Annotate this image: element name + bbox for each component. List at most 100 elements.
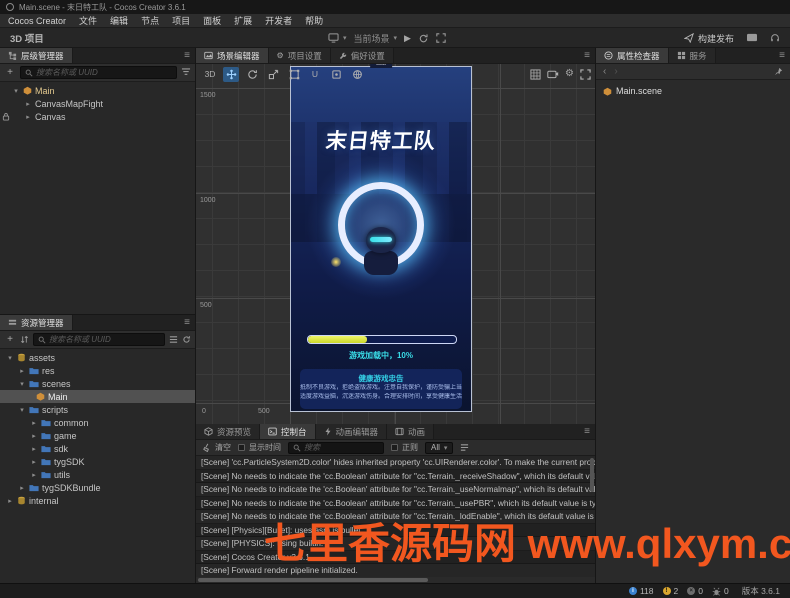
console-log-row[interactable]: [Scene] 'cc.ParticleSystem2D.color' hide… [196, 456, 595, 470]
menu-panel[interactable]: 面板 [203, 14, 221, 27]
tab-scene-editor[interactable]: 场景编辑器 [196, 48, 269, 63]
play-button[interactable]: ▶ [404, 34, 411, 43]
inspector-selected-item[interactable]: Main.scene [596, 80, 790, 102]
scrollbar-thumb[interactable] [198, 578, 428, 582]
asset-folder-tygsdkbundle[interactable]: ▸ tygSDKBundle [0, 481, 195, 494]
move-tool-button[interactable] [223, 67, 239, 82]
list-view-icon[interactable] [169, 335, 178, 344]
scene-view[interactable]: 3D U [196, 64, 595, 424]
console-log-row[interactable]: [Scene] Cocos Creator v3.6.1 [196, 551, 595, 565]
hierarchy-node-canvas[interactable]: ▸ Canvas [0, 110, 195, 123]
console-log-row[interactable]: [Scene] No needs to indicate the 'cc.Boo… [196, 483, 595, 497]
asset-folder-game[interactable]: ▸ game [0, 429, 195, 442]
hierarchy-node-canvasmapfight[interactable]: ▸ CanvasMapFight [0, 97, 195, 110]
caret-collapsed-icon[interactable]: ▸ [24, 100, 32, 108]
caret-collapsed-icon[interactable]: ▸ [18, 484, 26, 492]
caret-expanded-icon[interactable]: ▾ [18, 406, 26, 414]
camera-button[interactable] [547, 69, 559, 79]
asset-folder-scripts[interactable]: ▾ scripts [0, 403, 195, 416]
ui-transform-tool-button[interactable]: U [307, 67, 323, 82]
hierarchy-search[interactable] [20, 66, 177, 79]
caret-collapsed-icon[interactable]: ▸ [24, 113, 32, 121]
caret-collapsed-icon[interactable]: ▸ [30, 419, 38, 427]
console-log-row[interactable]: [Scene] No needs to indicate the 'cc.Boo… [196, 497, 595, 511]
menu-extension[interactable]: 扩展 [234, 14, 252, 27]
preview-device-select[interactable]: ▾ [328, 33, 347, 43]
menu-node[interactable]: 节点 [141, 14, 159, 27]
coordinate-toggle-button[interactable] [349, 67, 365, 82]
assets-menu-button[interactable]: ≡ [184, 317, 190, 328]
warning-count-badge[interactable]: ! 2 [663, 586, 679, 596]
show-time-toggle[interactable]: 显示时间 [238, 442, 281, 453]
asset-folder-tygsdk[interactable]: ▸ tygSDK [0, 455, 195, 468]
refresh-icon[interactable] [182, 335, 191, 344]
add-asset-button[interactable]: + [4, 335, 16, 345]
scene-panel-menu-button[interactable]: ≡ [584, 50, 590, 61]
menu-developer[interactable]: 开发者 [265, 14, 292, 27]
step-refresh-button[interactable] [418, 33, 429, 44]
tab-project-settings[interactable]: ⚙ 项目设置 [269, 48, 331, 63]
history-forward-button[interactable]: › [614, 67, 617, 77]
caret-collapsed-icon[interactable]: ▸ [6, 497, 14, 505]
game-preview-frame[interactable]: test 末日特工队 游戏加载中，10% 健康游戏忠告 抵 [290, 66, 472, 412]
menu-project[interactable]: 项目 [172, 14, 190, 27]
menu-file[interactable]: 文件 [79, 14, 97, 27]
caret-expanded-icon[interactable]: ▾ [18, 380, 26, 388]
asset-folder-res[interactable]: ▸ res [0, 364, 195, 377]
editor-layout-icon[interactable] [746, 33, 758, 43]
sort-icon[interactable] [20, 335, 29, 344]
grid-toggle-button[interactable] [530, 69, 541, 80]
caret-collapsed-icon[interactable]: ▸ [30, 445, 38, 453]
tab-services[interactable]: 服务 [669, 48, 716, 63]
log-level-filter[interactable]: All ▾ [425, 442, 453, 454]
console-search-input[interactable] [304, 443, 379, 452]
scale-tool-button[interactable] [265, 67, 281, 82]
lock-icon[interactable] [2, 112, 10, 121]
tab-animation-editor[interactable]: 动画编辑器 [316, 424, 388, 439]
asset-folder-sdk[interactable]: ▸ sdk [0, 442, 195, 455]
console-menu-button[interactable]: ≡ [584, 426, 590, 437]
scene-gizmo-settings-button[interactable]: ⚙ [565, 69, 574, 79]
caret-collapsed-icon[interactable]: ▸ [18, 367, 26, 375]
caret-collapsed-icon[interactable]: ▸ [30, 471, 38, 479]
collapse-logs-icon[interactable] [460, 443, 469, 452]
console-search[interactable] [288, 442, 384, 454]
tab-animation[interactable]: 动画 [387, 424, 434, 439]
console-log-row[interactable]: [Scene] Forward render pipeline initiali… [196, 564, 595, 577]
console-vertical-scrollbar[interactable] [590, 458, 594, 492]
tab-console[interactable]: 控制台 [260, 424, 316, 439]
caret-collapsed-icon[interactable]: ▸ [30, 458, 38, 466]
hierarchy-menu-button[interactable]: ≡ [184, 50, 190, 61]
pin-icon[interactable] [774, 67, 783, 76]
tab-asset-preview[interactable]: 资源预览 [196, 424, 260, 439]
rect-tool-button[interactable] [286, 67, 302, 82]
tab-preferences[interactable]: 偏好设置 [331, 48, 394, 63]
clear-console-button[interactable]: 清空 [202, 442, 231, 453]
tab-assets[interactable]: 资源管理器 [0, 315, 73, 330]
console-log-row[interactable]: [Scene] [PHYSICS]: using builtin. [196, 537, 595, 551]
tab-hierarchy[interactable]: 层级管理器 [0, 48, 73, 63]
regex-toggle[interactable]: 正则 [391, 442, 418, 453]
console-log-row[interactable]: [Scene] No needs to indicate the 'cc.Boo… [196, 470, 595, 484]
menu-cocos-creator[interactable]: Cocos Creator [8, 16, 66, 26]
rotate-tool-button[interactable] [244, 67, 260, 82]
capture-frame-button[interactable] [580, 69, 591, 80]
asset-scene-main[interactable]: Main [0, 390, 195, 403]
scene-select[interactable]: 当前场景 ▾ [354, 32, 398, 45]
mode-3d-button[interactable]: 3D [202, 67, 218, 82]
hierarchy-node-main[interactable]: ▾ Main [0, 84, 195, 97]
filter-icon[interactable] [181, 68, 191, 77]
fullscreen-button[interactable] [436, 33, 446, 43]
menu-edit[interactable]: 编辑 [110, 14, 128, 27]
hierarchy-search-input[interactable] [36, 68, 172, 77]
asset-folder-common[interactable]: ▸ common [0, 416, 195, 429]
menu-help[interactable]: 帮助 [305, 14, 323, 27]
console-log-row[interactable]: [Scene] [Physics][Bullet]: uses asm.js b… [196, 524, 595, 538]
history-back-button[interactable]: ‹ [603, 67, 606, 77]
asset-folder-utils[interactable]: ▸ utils [0, 468, 195, 481]
assets-search-input[interactable] [49, 335, 160, 344]
console-log-row[interactable]: [Scene] No needs to indicate the 'cc.Boo… [196, 510, 595, 524]
bug-count-badge[interactable]: 0 [712, 586, 729, 596]
asset-folder-scenes[interactable]: ▾ scenes [0, 377, 195, 390]
caret-collapsed-icon[interactable]: ▸ [30, 432, 38, 440]
